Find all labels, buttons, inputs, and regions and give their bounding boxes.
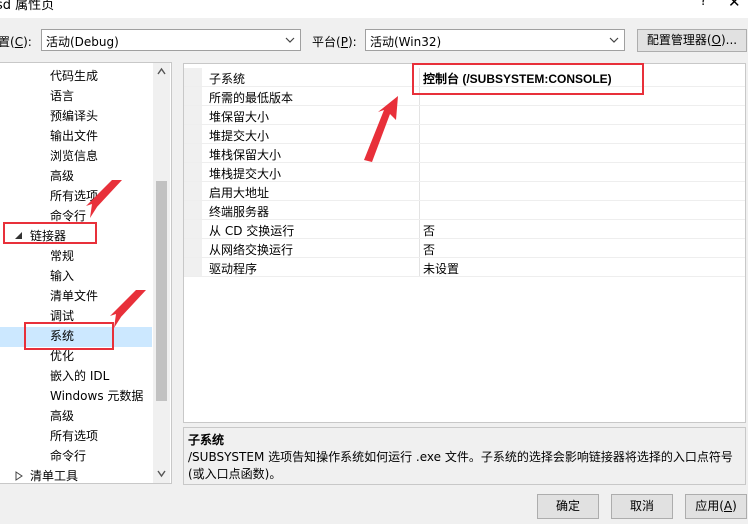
red-arrow-icon — [110, 290, 146, 328]
red-arrow-icon — [364, 96, 398, 162]
red-arrow-icon — [86, 180, 122, 218]
annotation-arrows — [86, 96, 398, 328]
